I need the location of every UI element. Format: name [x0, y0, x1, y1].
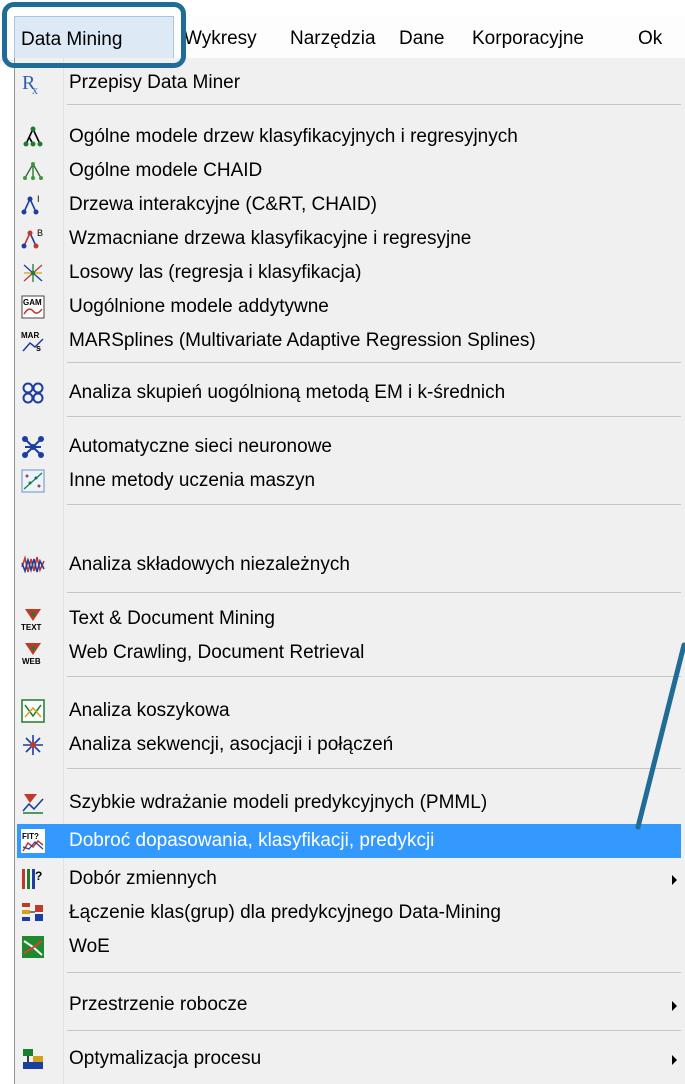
- menu-item-label: Ogólne modele drzew klasyfikacyjnych i r…: [69, 126, 518, 147]
- svg-text:B: B: [37, 228, 43, 238]
- menu-dane[interactable]: Dane: [393, 16, 450, 60]
- menu-item-inne-metody[interactable]: Inne metody uczenia maszyn: [17, 464, 681, 498]
- menu-ok[interactable]: Ok: [632, 16, 668, 60]
- svg-text:GAM: GAM: [23, 298, 42, 307]
- menu-item-label: Wzmacniane drzewa klasyfikacyjne i regre…: [69, 228, 472, 249]
- menu-item-label: Analiza koszykowa: [69, 700, 230, 721]
- menu-item-label: Text & Document Mining: [69, 608, 275, 629]
- svg-text:?: ?: [35, 869, 42, 883]
- menu-item-analiza-sekwencji[interactable]: Analiza sekwencji, asocjacji i połączeń: [17, 728, 681, 762]
- svg-text:I: I: [37, 194, 40, 204]
- menu-item-web-crawling[interactable]: WEB Web Crawling, Document Retrieval: [17, 636, 681, 670]
- menu-item-optymalizacja[interactable]: Optymalizacja procesu: [17, 1042, 681, 1076]
- menu-item-dobroc-dopasowania[interactable]: FIT? Dobroć dopasowania, klasyfikacji, p…: [17, 824, 681, 858]
- menu-data-mining[interactable]: Data Mining: [14, 16, 174, 60]
- menu-item-label: Automatyczne sieci neuronowe: [69, 436, 332, 457]
- menu-item-przestrzenie-robocze[interactable]: Przestrzenie robocze: [17, 988, 681, 1022]
- separator: [67, 416, 681, 417]
- interactive-tree-icon: I: [21, 193, 45, 217]
- goodness-of-fit-icon: FIT?: [21, 829, 45, 853]
- menu-item-label: Analiza sekwencji, asocjacji i połączeń: [69, 734, 394, 755]
- separator: [67, 362, 681, 363]
- menu-item-dobor-zmiennych[interactable]: ? Dobór zmiennych: [17, 862, 681, 896]
- svg-text:MAR: MAR: [21, 331, 39, 340]
- menu-item-label: MARSplines (Multivariate Adaptive Regres…: [69, 330, 536, 351]
- menu-item-przepisy[interactable]: Rx Przepisy Data Miner: [17, 66, 681, 100]
- menu-item-marsplines[interactable]: MAR s MARSplines (Multivariate Adaptive R…: [17, 324, 681, 358]
- menu-item-laczenie-klas[interactable]: Łączenie klas(grup) dla predykcyjnego Da…: [17, 896, 681, 930]
- menubar: Data Mining Wykresy Narzędzia Dane Korpo…: [0, 16, 685, 61]
- pmml-icon: [21, 791, 45, 815]
- menu-item-pmml[interactable]: Szybkie wdrażanie modeli predykcyjnych (…: [17, 786, 681, 820]
- menu-item-label: Inne metody uczenia maszyn: [69, 470, 316, 491]
- menu-item-label: Losowy las (regresja i klasyfikacja): [69, 262, 362, 283]
- separator: [67, 104, 681, 105]
- woe-icon: [21, 935, 45, 959]
- menu-item-label: Szybkie wdrażanie modeli predykcyjnych (…: [69, 792, 488, 813]
- menu-item-text-mining[interactable]: TEXT Text & Document Mining: [17, 602, 681, 636]
- neural-network-icon: [21, 435, 45, 459]
- menu-item-label: Drzewa interakcyjne (C&RT, CHAID): [69, 194, 377, 215]
- svg-text:FIT?: FIT?: [22, 832, 39, 841]
- svg-text:TEXT: TEXT: [21, 623, 42, 631]
- web-crawl-icon: WEB: [21, 641, 45, 666]
- menu-item-label: Uogólnione modele addytywne: [69, 296, 329, 317]
- separator: [67, 676, 681, 677]
- basket-icon: [21, 699, 45, 723]
- menu-narzedzia[interactable]: Narzędzia: [284, 16, 382, 60]
- menu-item-gam[interactable]: GAM Uogólnione modele addytywne: [17, 290, 681, 324]
- menu-item-losowy-las[interactable]: Losowy las (regresja i klasyfikacja): [17, 256, 681, 290]
- menu-item-wzmacniane-drzewa[interactable]: B Wzmacniane drzewa klasyfikacyjne i reg…: [17, 222, 681, 256]
- menu-item-label: Dobór zmiennych: [69, 868, 217, 889]
- process-optimization-icon: [21, 1047, 45, 1071]
- separator: [67, 972, 681, 973]
- svg-text:WEB: WEB: [22, 657, 41, 665]
- menu-wykresy[interactable]: Wykresy: [178, 16, 263, 60]
- menu-item-label: Przepisy Data Miner: [69, 72, 241, 93]
- association-icon: [21, 733, 45, 757]
- menu-item-analiza-skupien[interactable]: Analiza skupień uogólnioną metodą EM i k…: [17, 376, 681, 410]
- menu-item-label: Analiza skupień uogólnioną metodą EM i k…: [69, 382, 506, 403]
- menu-item-label: Optymalizacja procesu: [69, 1048, 262, 1069]
- menu-item-woe[interactable]: WoE: [17, 930, 681, 964]
- machine-learning-icon: [21, 469, 45, 493]
- gam-icon: GAM: [21, 295, 45, 319]
- menu-item-drzewa-interakcyjne[interactable]: I Drzewa interakcyjne (C&RT, CHAID): [17, 188, 681, 222]
- class-merge-icon: [21, 901, 45, 925]
- svg-text:s: s: [36, 343, 41, 353]
- mars-icon: MAR s: [21, 329, 45, 353]
- separator: [67, 1030, 681, 1031]
- menu-item-chaid[interactable]: Ogólne modele CHAID: [17, 154, 681, 188]
- feature-selection-icon: ?: [21, 867, 45, 891]
- menu-item-ogolne-modele-drzew[interactable]: Ogólne modele drzew klasyfikacyjnych i r…: [17, 120, 681, 154]
- random-forest-icon: [21, 261, 45, 285]
- separator: [67, 768, 681, 769]
- separator: [67, 592, 681, 593]
- submenu-arrow-icon: [672, 875, 677, 885]
- menu-item-label: Ogólne modele CHAID: [69, 160, 263, 181]
- rx-icon: Rx: [21, 71, 45, 97]
- menu-item-label: Dobroć dopasowania, klasyfikacji, predyk…: [69, 830, 435, 851]
- menu-item-label: Analiza składowych niezależnych: [69, 554, 350, 575]
- menu-item-analiza-koszykowa[interactable]: Analiza koszykowa: [17, 694, 681, 728]
- menu-item-label: Przestrzenie robocze: [69, 994, 248, 1015]
- chaid-tree-icon: [21, 159, 45, 183]
- ica-icon: [21, 553, 45, 577]
- menu-item-label: Web Crawling, Document Retrieval: [69, 642, 365, 663]
- data-mining-menu: Rx Przepisy Data Miner Ogólne modele drz…: [14, 58, 685, 1084]
- text-mining-icon: TEXT: [21, 607, 45, 632]
- cluster-icon: [21, 381, 45, 405]
- menu-korporacyjne[interactable]: Korporacyjne: [466, 16, 590, 60]
- svg-text:x: x: [32, 83, 38, 95]
- boosted-tree-icon: B: [21, 227, 45, 251]
- menu-item-label: WoE: [69, 936, 110, 957]
- submenu-arrow-icon: [672, 1001, 677, 1011]
- menu-item-sieci-neuronowe[interactable]: Automatyczne sieci neuronowe: [17, 430, 681, 464]
- menu-item-ica[interactable]: Analiza składowych niezależnych: [17, 548, 681, 582]
- menu-item-label: Łączenie klas(grup) dla predykcyjnego Da…: [69, 902, 501, 923]
- tree-icon: [21, 125, 45, 149]
- separator: [67, 504, 681, 505]
- submenu-arrow-icon: [672, 1055, 677, 1065]
